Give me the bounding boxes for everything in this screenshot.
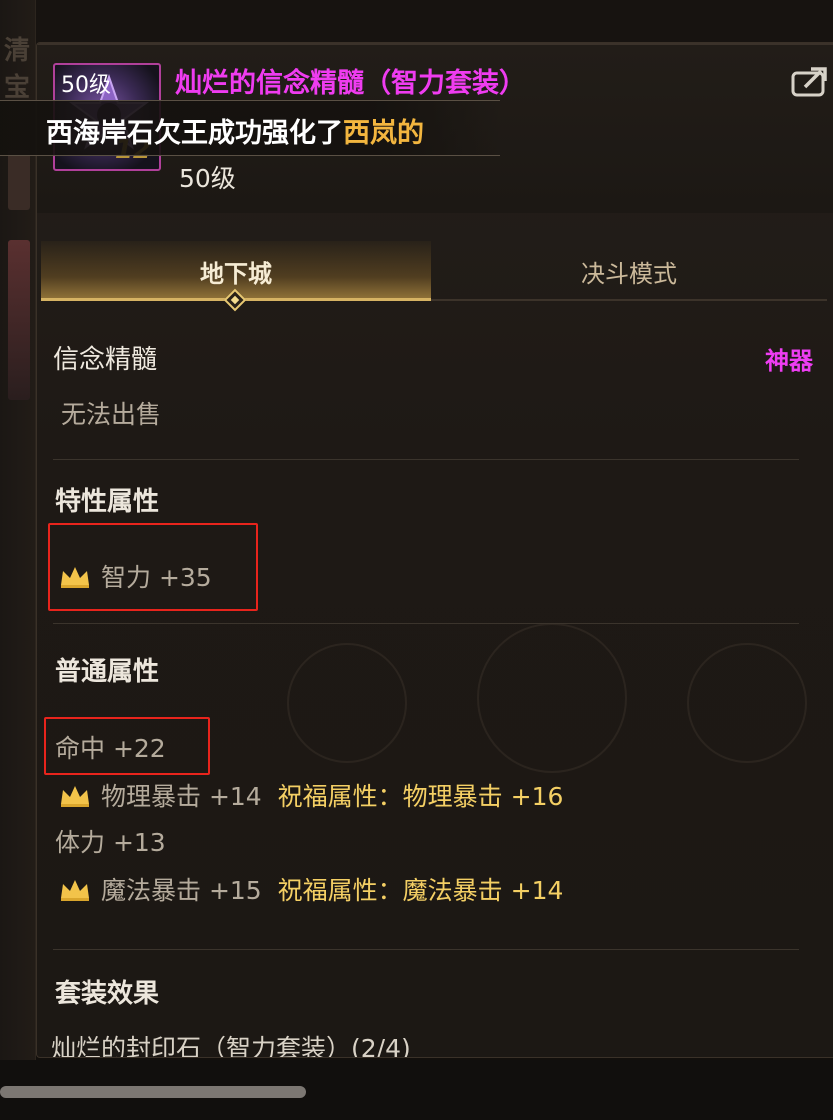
share-icon[interactable] xyxy=(791,65,831,99)
crown-icon xyxy=(61,880,89,901)
normal-stats-title: 普通属性 xyxy=(55,657,160,687)
background-emblem xyxy=(287,643,407,763)
background-thumbnail xyxy=(8,150,30,210)
tab-duel-mode[interactable]: 决斗模式 xyxy=(431,241,827,301)
screen: 清宝 50级 12 灿烂的信念精髓（智力套装） 50级 地下城 决斗模式 xyxy=(0,0,833,1120)
bless-magic-crit: 祝福属性：魔法暴击 +14 xyxy=(277,876,564,905)
highlight-box xyxy=(48,523,258,611)
item-icon-level: 50级 xyxy=(61,73,111,98)
highlight-box xyxy=(44,717,210,775)
stat-stamina: 体力 +13 xyxy=(55,828,166,857)
bless-physical-crit: 祝福属性：物理暴击 +16 xyxy=(277,782,564,811)
stat-magic-crit: 魔法暴击 +15 祝福属性：魔法暴击 +14 xyxy=(59,871,563,907)
divider xyxy=(53,623,799,624)
chat-message-highlight: 西岚的 xyxy=(343,118,424,149)
sell-status: 无法出售 xyxy=(61,400,162,429)
item-tooltip-panel: 50级 12 灿烂的信念精髓（智力套装） 50级 地下城 决斗模式 信念精髓 神… xyxy=(36,42,833,1058)
special-stats-title: 特性属性 xyxy=(55,487,160,517)
divider xyxy=(53,459,799,460)
stat-physical-crit-text: 物理暴击 +14 xyxy=(101,782,262,811)
set-name: 灿烂的封印石（智力套装）(2/4) xyxy=(51,1034,411,1058)
horizontal-scrollbar[interactable] xyxy=(0,1086,306,1098)
item-type: 信念精髓 xyxy=(53,345,158,375)
divider xyxy=(53,949,799,950)
stat-magic-crit-text: 魔法暴击 +15 xyxy=(101,876,262,905)
item-rarity: 神器 xyxy=(765,347,813,375)
chat-message: 西海岸石欠王成功强化了西岚的 xyxy=(46,111,424,150)
item-name: 灿烂的信念精髓（智力套装） xyxy=(175,68,526,99)
chat-message-prefix: 西海岸石欠王成功强化了 xyxy=(46,118,343,149)
crown-icon xyxy=(61,786,89,807)
chat-broadcast: 西海岸石欠王成功强化了西岚的 xyxy=(0,100,500,156)
set-effect-title: 套装效果 xyxy=(55,979,160,1009)
background-emblem xyxy=(687,643,807,763)
background-emblem xyxy=(477,623,627,773)
background-thumbnail xyxy=(8,240,30,400)
item-level: 50级 xyxy=(179,164,236,193)
mode-tabs: 地下城 决斗模式 xyxy=(41,241,827,312)
stat-physical-crit: 物理暴击 +14 祝福属性：物理暴击 +16 xyxy=(59,777,563,813)
background-text: 清宝 xyxy=(4,36,31,103)
panel-top-border xyxy=(37,43,833,45)
background-app-strip: 清宝 xyxy=(0,0,36,1060)
